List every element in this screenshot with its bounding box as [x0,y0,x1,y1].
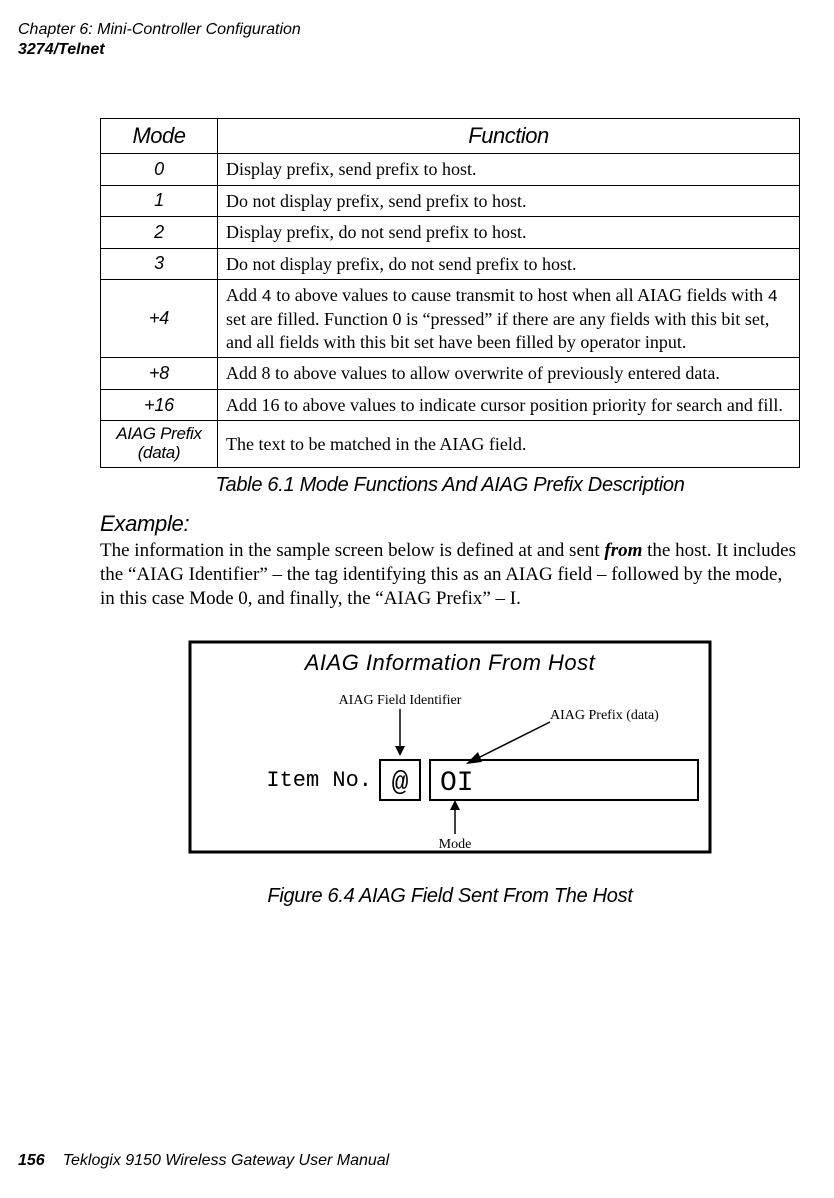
label-aiag-identifier: AIAG Field Identifier [339,693,462,708]
table-row: +16 Add 16 to above values to indicate c… [101,389,800,421]
figure-caption: Figure 6.4 AIAG Field Sent From The Host [100,885,800,908]
label-aiag-prefix: AIAG Prefix (data) [550,708,659,723]
page-header: Chapter 6: Mini-Controller Configuration… [18,20,301,60]
cell-function: Do not display prefix, do not send prefi… [218,248,800,280]
page-footer: 156 Teklogix 9150 Wireless Gateway User M… [18,1152,389,1170]
page-number: 156 [18,1152,45,1169]
func-four: 4 [768,288,778,307]
para-from: from [604,540,642,561]
cell-function: Display prefix, do not send prefix to ho… [218,217,800,249]
func-mid: to above values to cause transmit to hos… [272,285,768,305]
table-row: +8 Add 8 to above values to allow overwr… [101,358,800,390]
func-pre: Add [226,285,262,305]
arrow-prefix-head [466,752,482,764]
table-row: 2 Display prefix, do not send prefix to … [101,217,800,249]
para-pre: The information in the sample screen bel… [100,540,604,561]
table-caption: Table 6.1 Mode Functions And AIAG Prefix… [100,474,800,497]
cell-function: The text to be matched in the AIAG field… [218,421,800,467]
label-mode: Mode [439,837,472,852]
table-row: 0 Display prefix, send prefix to host. [101,154,800,186]
cell-function: Add 8 to above values to allow overwrite… [218,358,800,390]
table-row: 1 Do not display prefix, send prefix to … [101,185,800,217]
aiag-prefix-line2: (data) [138,443,181,462]
cell-function: Add 4 to above values to cause transmit … [218,280,800,358]
cell-function: Add 16 to above values to indicate curso… [218,389,800,421]
header-mode: Mode [101,119,218,154]
cell-mode: 2 [101,217,218,249]
main-content: Mode Function 0 Display prefix, send pre… [100,118,800,908]
cell-mode: 0 [101,154,218,186]
cell-function: Do not display prefix, send prefix to ho… [218,185,800,217]
cell-mode: 1 [101,185,218,217]
cell-mode: +16 [101,389,218,421]
cell-mode: +8 [101,358,218,390]
arrow-identifier-head [395,746,405,756]
table-row: AIAG Prefix (data) The text to be matche… [101,421,800,467]
section-title: 3274/Telnet [18,40,301,60]
func-post: set are filled. Function 0 is “pressed” … [226,309,769,352]
func-four: 4 [262,288,272,307]
table-header-row: Mode Function [101,119,800,154]
cell-mode: +4 [101,280,218,358]
cell-function: Display prefix, send prefix to host. [218,154,800,186]
example-paragraph: The information in the sample screen bel… [100,539,800,612]
chapter-title: Chapter 6: Mini-Controller Configuration [18,20,301,40]
header-function: Function [218,119,800,154]
footer-text: Teklogix 9150 Wireless Gateway User Manu… [63,1152,390,1169]
arrow-mode-head [450,800,460,810]
arrow-prefix-line [470,722,550,762]
aiag-prefix-line1: AIAG Prefix [116,424,202,443]
aiag-figure-svg: AIAG Information From Host AIAG Field Id… [130,634,770,864]
cell-aiag-prefix-label: AIAG Prefix (data) [101,421,218,467]
example-heading: Example: [100,511,800,537]
figure-title: AIAG Information From Host [303,650,596,675]
figure-aiag-info: AIAG Information From Host AIAG Field Id… [130,634,770,869]
label-item-no: Item No. [266,768,372,793]
at-sign-text: @ [392,768,409,799]
oi-text: OI [440,768,474,799]
table-row: +4 Add 4 to above values to cause transm… [101,280,800,358]
table-row: 3 Do not display prefix, do not send pre… [101,248,800,280]
cell-mode: 3 [101,248,218,280]
mode-functions-table: Mode Function 0 Display prefix, send pre… [100,118,800,468]
